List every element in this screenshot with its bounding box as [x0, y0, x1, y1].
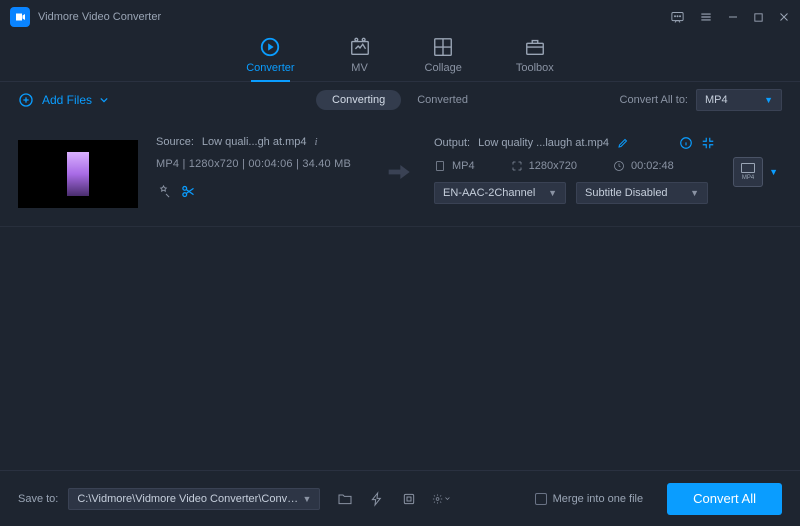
audio-track-dropdown[interactable]: EN-AAC-2Channel ▼: [434, 182, 566, 204]
source-meta: MP4 | 1280x720 | 00:04:06 | 34.40 MB: [156, 158, 362, 170]
app-logo-icon: [10, 7, 30, 27]
video-glyph-icon: [741, 163, 755, 173]
output-filename: Low quality ...laugh at.mp4: [478, 137, 609, 149]
file-list: Source: Low quali...gh at.mp4 i MP4 | 12…: [0, 118, 800, 470]
tab-collage[interactable]: Collage: [425, 34, 462, 82]
tab-label: MV: [351, 62, 368, 74]
output-column: Output: Low quality ...laugh at.mp4 MP4 …: [434, 136, 715, 204]
toolbar: Add Files Converting Converted Convert A…: [0, 82, 800, 118]
mv-icon: [349, 36, 371, 58]
footer: Save to: C:\Vidmore\Vidmore Video Conver…: [0, 470, 800, 526]
format-box[interactable]: MP4: [733, 157, 763, 187]
tab-converter[interactable]: Converter: [246, 34, 294, 82]
checkbox-icon: [535, 493, 547, 505]
merge-checkbox[interactable]: Merge into one file: [535, 493, 644, 505]
tab-label: Toolbox: [516, 62, 554, 74]
tab-toolbox[interactable]: Toolbox: [516, 34, 554, 82]
chevron-down-icon: ▼: [548, 188, 557, 198]
window-controls: [670, 10, 790, 25]
menu-icon[interactable]: [699, 10, 713, 24]
open-folder-icon[interactable]: [336, 490, 354, 508]
tab-mv[interactable]: MV: [349, 34, 371, 82]
converter-icon: [259, 36, 281, 58]
convert-all-to: Convert All to: MP4 ▼: [620, 89, 782, 111]
edit-icon[interactable]: [617, 137, 629, 149]
source-column: Source: Low quali...gh at.mp4 i MP4 | 12…: [156, 136, 362, 199]
chevron-down-icon: ▼: [302, 494, 311, 504]
close-button[interactable]: [778, 11, 790, 23]
arrow-icon: [380, 158, 416, 186]
scissors-icon[interactable]: [181, 184, 196, 199]
source-filename: Low quali...gh at.mp4: [202, 136, 307, 148]
subtitle-dropdown[interactable]: Subtitle Disabled ▼: [576, 182, 708, 204]
output-label: Output:: [434, 137, 470, 149]
toolbox-icon: [524, 36, 546, 58]
bolt-off-icon[interactable]: [368, 490, 386, 508]
minimize-button[interactable]: [727, 11, 739, 23]
format-selector: MP4 ▼: [733, 157, 782, 187]
info-icon[interactable]: i: [315, 136, 318, 148]
format-box-label: MP4: [742, 175, 754, 181]
convert-all-button[interactable]: Convert All: [667, 483, 782, 515]
chevron-down-icon: ▼: [764, 95, 773, 105]
subtab-converted[interactable]: Converted: [401, 90, 484, 110]
save-path-value: C:\Vidmore\Vidmore Video Converter\Conve…: [77, 493, 302, 505]
info-circle-icon[interactable]: [679, 136, 693, 150]
gpu-off-icon[interactable]: [400, 490, 418, 508]
star-wand-icon[interactable]: [156, 184, 171, 199]
save-path-dropdown[interactable]: C:\Vidmore\Vidmore Video Converter\Conve…: [68, 488, 320, 510]
add-files-button[interactable]: Add Files: [18, 92, 108, 108]
file-item: Source: Low quali...gh at.mp4 i MP4 | 12…: [0, 118, 800, 227]
clock-icon: [613, 160, 625, 172]
source-label: Source:: [156, 136, 194, 148]
gear-icon[interactable]: [432, 490, 450, 508]
maximize-button[interactable]: [753, 12, 764, 23]
audio-track-value: EN-AAC-2Channel: [443, 187, 535, 199]
compress-icon[interactable]: [701, 136, 715, 150]
main-tabs: Converter MV Collage Toolbox: [0, 34, 800, 82]
convert-all-dropdown[interactable]: MP4 ▼: [696, 89, 782, 111]
save-to-label: Save to:: [18, 493, 58, 505]
chevron-down-icon: [100, 96, 108, 104]
video-thumbnail[interactable]: [18, 140, 138, 208]
subtab-converting[interactable]: Converting: [316, 90, 401, 110]
chevron-down-icon[interactable]: ▼: [769, 167, 778, 177]
collage-icon: [432, 36, 454, 58]
output-meta: MP4 1280x720 00:02:48: [434, 160, 715, 172]
merge-label: Merge into one file: [553, 493, 644, 505]
expand-icon: [511, 160, 523, 172]
chevron-down-icon: ▼: [690, 188, 699, 198]
convert-all-label: Convert All to:: [620, 94, 688, 106]
tab-label: Converter: [246, 62, 294, 74]
add-files-label: Add Files: [42, 93, 92, 107]
status-tabs: Converting Converted: [316, 90, 484, 110]
file-icon: [434, 160, 446, 172]
tab-label: Collage: [425, 62, 462, 74]
app-title: Vidmore Video Converter: [38, 11, 670, 23]
convert-all-value: MP4: [705, 94, 728, 106]
thumbnail-image: [67, 152, 89, 196]
plus-circle-icon: [18, 92, 34, 108]
titlebar: Vidmore Video Converter: [0, 0, 800, 34]
feedback-icon[interactable]: [670, 10, 685, 25]
subtitle-value: Subtitle Disabled: [585, 187, 668, 199]
